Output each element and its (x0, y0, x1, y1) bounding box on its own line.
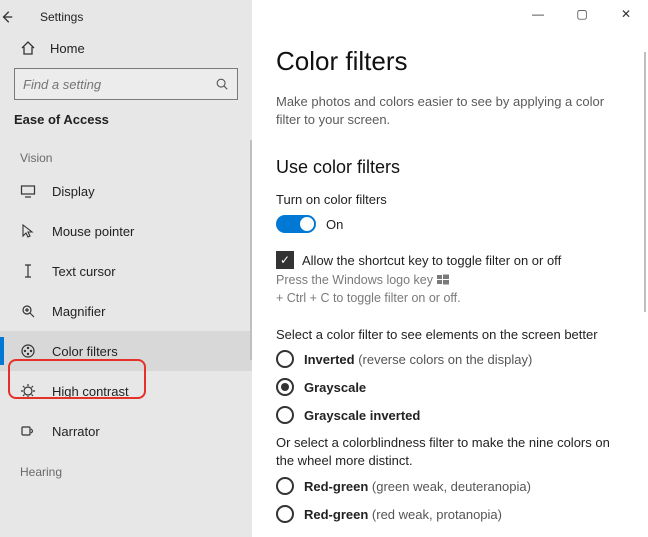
radio-group-colorblind: Red-green (green weak, deuteranopia) Red-… (276, 477, 624, 523)
shortcut-label: Allow the shortcut key to toggle filter … (302, 253, 561, 268)
sidebar-item-label: Text cursor (52, 264, 116, 279)
high-contrast-icon (20, 383, 36, 399)
text-cursor-icon (20, 263, 36, 279)
radio-label: Red-green (green weak, deuteranopia) (304, 479, 531, 494)
sidebar-item-display[interactable]: Display (0, 171, 252, 211)
shortcut-checkbox-row: ✓ Allow the shortcut key to toggle filte… (276, 251, 624, 269)
page-title: Color filters (276, 46, 624, 77)
section-header: Ease of Access (0, 112, 252, 137)
radio-label: Grayscale inverted (304, 408, 420, 423)
right-pane: — ▢ ✕ Color filters Make photos and colo… (252, 0, 648, 537)
sidebar-item-high-contrast[interactable]: High contrast (0, 371, 252, 411)
hint-pre: Press the Windows logo key (276, 273, 433, 287)
right-scrollbar[interactable] (644, 52, 646, 312)
radio-icon (276, 350, 294, 368)
display-icon (20, 183, 36, 199)
sidebar-item-magnifier[interactable]: Magnifier (0, 291, 252, 331)
magnifier-icon (20, 303, 36, 319)
radio-option[interactable]: Grayscale (276, 378, 624, 396)
radio-group-filters: Inverted (reverse colors on the display)… (276, 350, 624, 424)
select-prompt: Select a color filter to see elements on… (276, 327, 624, 342)
radio-label: Inverted (reverse colors on the display) (304, 352, 532, 367)
app-title: Settings (40, 10, 83, 24)
sidebar-item-label: Narrator (52, 424, 100, 439)
left-pane: Settings Home Ease of Access Vision Disp… (0, 0, 252, 537)
content-area: Color filters Make photos and colors eas… (252, 0, 648, 523)
home-label: Home (50, 41, 85, 56)
search-box[interactable] (14, 68, 238, 100)
radio-icon (276, 406, 294, 424)
mouse-pointer-icon (20, 223, 36, 239)
radio-icon (276, 378, 294, 396)
color-filters-icon (20, 343, 36, 359)
home-icon (20, 40, 36, 56)
use-heading: Use color filters (276, 157, 624, 178)
radio-icon (276, 477, 294, 495)
windows-logo-icon (437, 274, 449, 286)
minimize-button[interactable]: — (516, 0, 560, 28)
color-filter-toggle[interactable] (276, 215, 316, 233)
home-nav[interactable]: Home (0, 30, 252, 64)
hint-post: + Ctrl + C to toggle filter on or off. (276, 291, 461, 305)
narrator-icon (20, 423, 36, 439)
sidebar-item-narrator[interactable]: Narrator (0, 411, 252, 451)
sidebar-item-label: Display (52, 184, 95, 199)
toggle-state: On (326, 217, 343, 232)
radio-option[interactable]: Grayscale inverted (276, 406, 624, 424)
radio-icon (276, 505, 294, 523)
radio-option[interactable]: Red-green (red weak, protanopia) (276, 505, 624, 523)
toggle-row: On (276, 215, 624, 233)
settings-window: Settings Home Ease of Access Vision Disp… (0, 0, 648, 537)
sidebar-item-color-filters[interactable]: Color filters (0, 331, 252, 371)
radio-label: Red-green (red weak, protanopia) (304, 507, 502, 522)
shortcut-checkbox[interactable]: ✓ (276, 251, 294, 269)
toggle-label: Turn on color filters (276, 192, 624, 207)
sidebar-item-label: Color filters (52, 344, 118, 359)
arrow-left-icon (0, 10, 14, 24)
category-vision: Vision (0, 137, 252, 171)
search-icon (215, 77, 229, 91)
or-prompt: Or select a colorblindness filter to mak… (276, 434, 624, 469)
sidebar-item-label: Mouse pointer (52, 224, 134, 239)
maximize-button[interactable]: ▢ (560, 0, 604, 28)
close-button[interactable]: ✕ (604, 0, 648, 28)
sidebar-item-label: Magnifier (52, 304, 105, 319)
window-controls: — ▢ ✕ (516, 0, 648, 28)
category-hearing: Hearing (0, 451, 252, 485)
intro-text: Make photos and colors easier to see by … (276, 93, 624, 129)
search-input[interactable] (23, 77, 215, 92)
title-row: Settings (0, 0, 252, 30)
shortcut-hint: Press the Windows logo key + Ctrl + C to… (276, 273, 624, 305)
radio-label: Grayscale (304, 380, 366, 395)
search-wrap (14, 68, 238, 100)
sidebar-item-label: High contrast (52, 384, 129, 399)
back-button[interactable] (0, 10, 40, 24)
radio-option[interactable]: Red-green (green weak, deuteranopia) (276, 477, 624, 495)
sidebar-item-text-cursor[interactable]: Text cursor (0, 251, 252, 291)
sidebar-item-mouse-pointer[interactable]: Mouse pointer (0, 211, 252, 251)
radio-option[interactable]: Inverted (reverse colors on the display) (276, 350, 624, 368)
